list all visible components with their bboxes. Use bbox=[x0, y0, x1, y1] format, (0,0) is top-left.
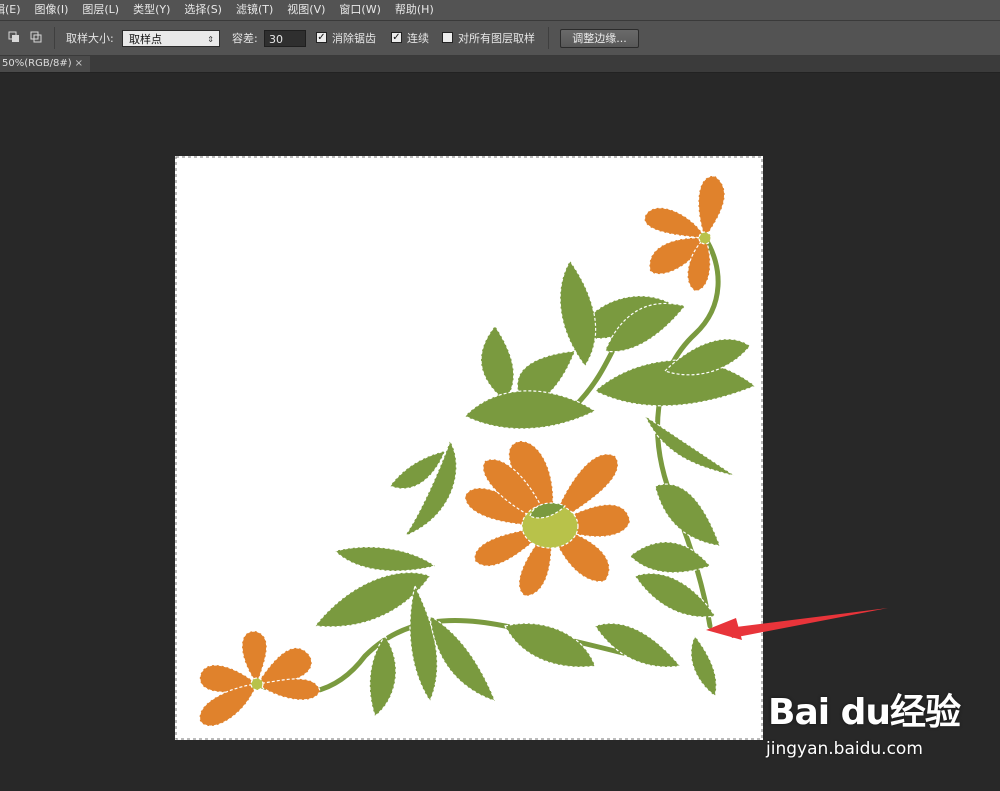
flower-top-right bbox=[644, 175, 726, 292]
menu-select[interactable]: 选择(S) bbox=[177, 0, 229, 20]
anti-alias-checkbox[interactable]: ✓ bbox=[316, 32, 327, 43]
tolerance-label: 容差: bbox=[232, 32, 258, 45]
watermark-logo: Bai du经验 bbox=[768, 692, 961, 733]
watermark-url: jingyan.baidu.com bbox=[766, 739, 923, 759]
sample-size-select[interactable]: 取样点 ⇕ bbox=[122, 30, 220, 47]
new-selection-icon[interactable] bbox=[8, 31, 20, 43]
add-to-selection-icon[interactable] bbox=[30, 31, 42, 43]
floral-artwork bbox=[175, 156, 763, 740]
menu-layer[interactable]: 图层(L) bbox=[75, 0, 126, 20]
menu-view[interactable]: 视图(V) bbox=[280, 0, 332, 20]
menu-filter[interactable]: 滤镜(T) bbox=[229, 0, 280, 20]
anti-alias-label: 消除锯齿 bbox=[332, 32, 376, 45]
menu-type[interactable]: 类型(Y) bbox=[126, 0, 177, 20]
document-canvas[interactable] bbox=[175, 156, 763, 740]
divider bbox=[54, 27, 55, 49]
sample-all-layers-checkbox[interactable] bbox=[442, 32, 453, 43]
menu-help[interactable]: 帮助(H) bbox=[388, 0, 441, 20]
menu-edit[interactable]: 辑(E) bbox=[0, 0, 28, 20]
baidu-jingyan-watermark: Bai du经验 jingyan.baidu.com bbox=[766, 683, 988, 773]
refine-edge-button[interactable]: 调整边缘... bbox=[560, 29, 639, 48]
select-arrow-icon: ⇕ bbox=[207, 35, 214, 44]
sample-size-value: 取样点 bbox=[129, 33, 162, 46]
document-tab[interactable]: 50%(RGB/8#) × bbox=[0, 56, 90, 72]
divider bbox=[548, 27, 549, 49]
flower-bottom-left bbox=[199, 630, 321, 727]
menu-bar: 辑(E) 图像(I) 图层(L) 类型(Y) 选择(S) 滤镜(T) 视图(V)… bbox=[0, 0, 1000, 21]
contiguous-label: 连续 bbox=[407, 32, 429, 45]
sample-size-label: 取样大小: bbox=[66, 32, 114, 45]
tolerance-input[interactable]: 30 bbox=[264, 30, 306, 47]
close-icon[interactable]: × bbox=[75, 56, 83, 72]
options-bar: 取样大小: 取样点 ⇕ 容差: 30 ✓ 消除锯齿 ✓ 连续 对所有图层取样 调… bbox=[0, 21, 1000, 56]
sample-all-layers-label: 对所有图层取样 bbox=[458, 32, 535, 45]
document-tab-label: 50%(RGB/8#) bbox=[2, 58, 72, 69]
document-tab-bar: 50%(RGB/8#) × bbox=[0, 56, 1000, 73]
flower-main bbox=[464, 440, 631, 597]
menu-window[interactable]: 窗口(W) bbox=[332, 0, 387, 20]
contiguous-checkbox[interactable]: ✓ bbox=[391, 32, 402, 43]
menu-image[interactable]: 图像(I) bbox=[28, 0, 76, 20]
